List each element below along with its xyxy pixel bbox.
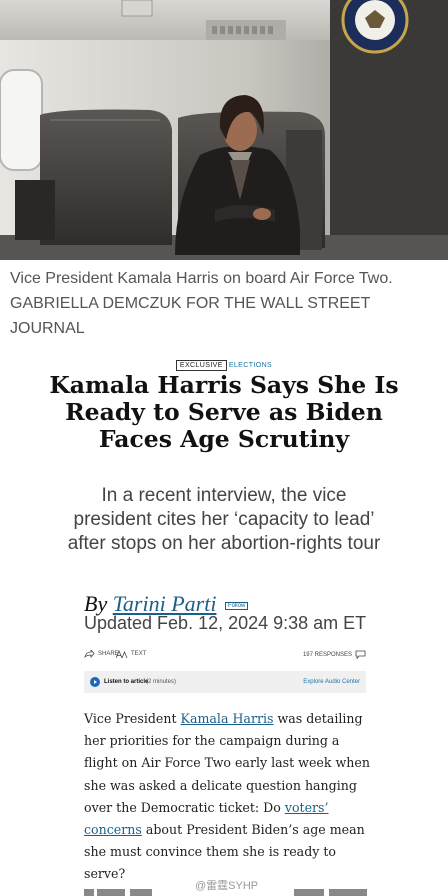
article-tags: EXCLUSIVE ELECTIONS bbox=[0, 360, 448, 371]
watermark: @雷霆SYHP bbox=[192, 877, 262, 893]
audio-duration: (2 minutes) bbox=[146, 679, 177, 685]
text-size-icon bbox=[116, 650, 128, 658]
responses-button[interactable]: 197 RESPONSES bbox=[303, 650, 366, 659]
explore-audio-center-link[interactable]: Explore Audio Center bbox=[303, 679, 360, 685]
caption-text: Vice President Kamala Harris on board Ai… bbox=[10, 270, 393, 287]
comment-icon bbox=[355, 650, 366, 659]
hero-photo-illustration bbox=[0, 0, 448, 260]
listen-label: Listen to article bbox=[104, 679, 149, 685]
article-body: Vice President Kamala Harris was detaili… bbox=[84, 708, 370, 886]
exclusive-badge: EXCLUSIVE bbox=[175, 360, 227, 371]
updated-timestamp: Updated Feb. 12, 2024 9:38 am ET bbox=[84, 613, 367, 633]
play-icon[interactable] bbox=[90, 677, 100, 687]
text-label: TEXT bbox=[131, 651, 147, 657]
article-toolbar: SHARE TEXT 197 RESPONSES bbox=[84, 646, 366, 666]
kamala-harris-link[interactable]: Kamala Harris bbox=[181, 711, 274, 726]
responses-count: 197 RESPONSES bbox=[302, 651, 352, 658]
article-headline: Kamala Harris Says She Is Ready to Serve… bbox=[49, 371, 399, 453]
hero-photo bbox=[0, 0, 448, 260]
body-paragraph: Vice President Kamala Harris was detaili… bbox=[84, 708, 370, 886]
share-button[interactable]: SHARE bbox=[84, 650, 119, 658]
section-link[interactable]: ELECTIONS bbox=[229, 362, 272, 369]
photo-credit: GABRIELLA DEMCZUK FOR THE WALL STREET JO… bbox=[10, 295, 371, 337]
text-size-button[interactable]: TEXT bbox=[116, 650, 146, 658]
article-subheadline: In a recent interview, the vice presiden… bbox=[67, 485, 381, 554]
share-icon bbox=[84, 650, 95, 658]
body-text: Vice President bbox=[84, 711, 181, 726]
listen-to-article-bar[interactable]: Listen to article (2 minutes) Explore Au… bbox=[84, 671, 366, 693]
follow-button[interactable]: Follow bbox=[224, 601, 249, 610]
photo-caption: Vice President Kamala Harris on board Ai… bbox=[10, 266, 440, 341]
